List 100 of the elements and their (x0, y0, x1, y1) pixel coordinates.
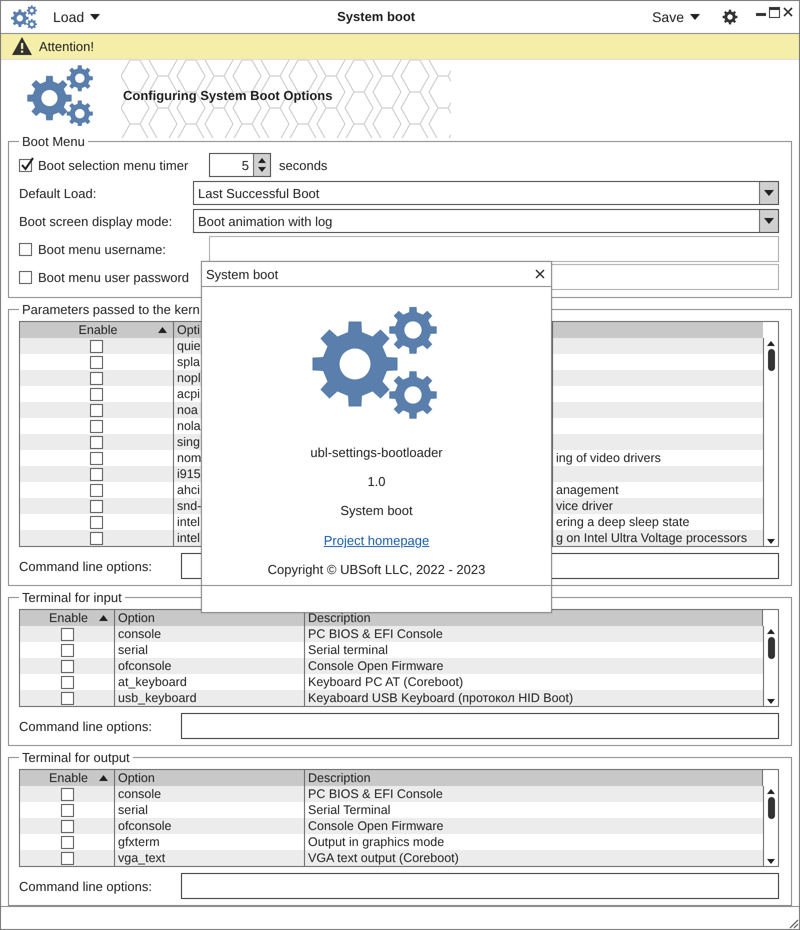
checkbox[interactable] (60, 820, 74, 833)
checkbox[interactable] (19, 158, 32, 172)
table-cell-text: anagement (555, 482, 620, 498)
scroll-up-icon[interactable] (767, 341, 775, 346)
table-cell: ofconsole (115, 818, 305, 834)
section-legend: Boot Menu (19, 134, 88, 150)
sort-ascending-icon[interactable] (99, 775, 108, 782)
unit-label: seconds (279, 158, 328, 173)
section-legend: Terminal for output (19, 750, 133, 766)
caret-icon[interactable] (690, 14, 700, 20)
checkbox[interactable] (90, 340, 103, 353)
scroll-thumb[interactable] (768, 637, 774, 660)
scrollbar[interactable] (763, 786, 778, 866)
checkbox[interactable] (19, 242, 32, 256)
table-cell-text: Keyboard PC AT (Coreboot) (307, 674, 464, 690)
field-label: Command line options: (19, 878, 153, 894)
checkbox[interactable] (90, 532, 103, 545)
table-cell: usb_keyboard (115, 690, 305, 706)
checkbox[interactable] (90, 404, 103, 417)
caret-icon[interactable] (90, 14, 100, 20)
checkbox[interactable] (90, 388, 103, 401)
resize-grip-icon[interactable] (787, 917, 799, 929)
maximize-icon[interactable] (769, 7, 780, 18)
section-legend: Terminal for input (19, 590, 125, 606)
checkbox[interactable] (90, 420, 103, 433)
checkbox[interactable] (60, 692, 74, 705)
close-button[interactable] (535, 269, 545, 279)
scrollbar[interactable] (763, 338, 778, 546)
checkbox[interactable] (60, 804, 74, 817)
table-cell-text: Console Open Firmware (307, 658, 444, 674)
scrollbar[interactable] (763, 626, 778, 706)
version-text: 1.0 (367, 474, 386, 489)
checkbox[interactable] (60, 852, 74, 865)
number-spinner[interactable]: 5 (209, 153, 271, 178)
table-cell: console (115, 786, 305, 802)
section-legend: Parameters passed to the kern (19, 302, 203, 318)
checkbox-label: Boot menu username: (38, 242, 166, 257)
dialog-title: System boot (206, 266, 280, 282)
copyright-text: Copyright © UBSoft LLC, 2022 - 2023 (268, 562, 486, 577)
dropdown-arrow-icon (764, 190, 774, 196)
header-title: Configuring System Boot Options (123, 88, 332, 103)
dropdown[interactable]: Boot animation with log (193, 209, 779, 234)
sort-ascending-icon[interactable] (99, 615, 108, 622)
checkbox-label: Boot menu user password (38, 270, 190, 285)
scroll-up-icon[interactable] (767, 629, 775, 634)
checkbox[interactable] (19, 270, 32, 284)
scroll-down-icon[interactable] (767, 859, 775, 864)
gears-icon (11, 4, 37, 29)
checkbox[interactable] (90, 436, 103, 449)
checkbox[interactable] (60, 788, 74, 801)
scroll-down-icon[interactable] (767, 539, 775, 544)
checkbox[interactable] (90, 372, 103, 385)
warning-icon (11, 36, 33, 56)
table-cell: vga_text (115, 850, 305, 866)
field-label: Command line options: (19, 558, 153, 574)
load-menu[interactable]: Load (53, 8, 100, 25)
sort-ascending-icon[interactable] (158, 327, 167, 334)
checkbox[interactable] (90, 484, 103, 497)
checkbox[interactable] (90, 356, 103, 369)
table-cell-text: Output in graphics mode (307, 834, 446, 850)
settings-icon[interactable] (722, 8, 738, 25)
notice-text: Attention! (39, 38, 94, 54)
table-cell-text: vice driver (555, 498, 614, 514)
checkbox[interactable] (60, 628, 74, 641)
table-cell-text: Serial terminal (307, 642, 389, 658)
table-cell: console (115, 626, 305, 642)
table-cell-text: PC BIOS & EFI Console (307, 786, 444, 802)
table-cell-text: Serial Terminal (307, 802, 392, 818)
input-field[interactable] (181, 713, 779, 740)
gears-icon (27, 64, 93, 126)
table-cell: ofconsole (115, 658, 305, 674)
checkbox[interactable] (90, 452, 103, 465)
save-menu[interactable]: Save (652, 8, 700, 25)
scroll-down-icon[interactable] (767, 699, 775, 704)
table-cell-text: VGA text output (Coreboot) (307, 850, 460, 866)
checkbox[interactable] (90, 468, 103, 481)
checkbox[interactable] (60, 836, 74, 849)
table-cell-text: Console Open Firmware (307, 818, 444, 834)
input-field[interactable] (209, 236, 779, 262)
window-title: System boot (336, 9, 416, 24)
checkbox[interactable] (90, 516, 103, 529)
field-label: Command line options: (19, 718, 153, 734)
checkbox[interactable] (60, 644, 74, 657)
checkbox[interactable] (60, 660, 74, 673)
checkbox[interactable] (90, 500, 103, 513)
table-cell-text: g on Intel Ultra Voltage processors (555, 530, 748, 546)
field-label: Boot screen display mode: (19, 214, 174, 229)
scroll-thumb[interactable] (768, 349, 774, 372)
homepage-link[interactable]: Project homepage (324, 533, 430, 548)
field-label: Default Load: (19, 186, 98, 201)
scroll-up-icon[interactable] (767, 789, 775, 794)
input-field[interactable] (181, 873, 779, 900)
table-cell-text: ing of video drivers (555, 450, 662, 466)
checkbox[interactable] (60, 676, 74, 689)
dropdown[interactable]: Last Successful Boot (193, 181, 779, 206)
close-icon[interactable] (783, 7, 793, 17)
checkbox-label: Boot selection menu timer (38, 158, 188, 173)
table-cell-text: PC BIOS & EFI Console (307, 626, 444, 642)
table-cell-text: ering a deep sleep state (555, 514, 690, 530)
scroll-thumb[interactable] (768, 797, 774, 820)
